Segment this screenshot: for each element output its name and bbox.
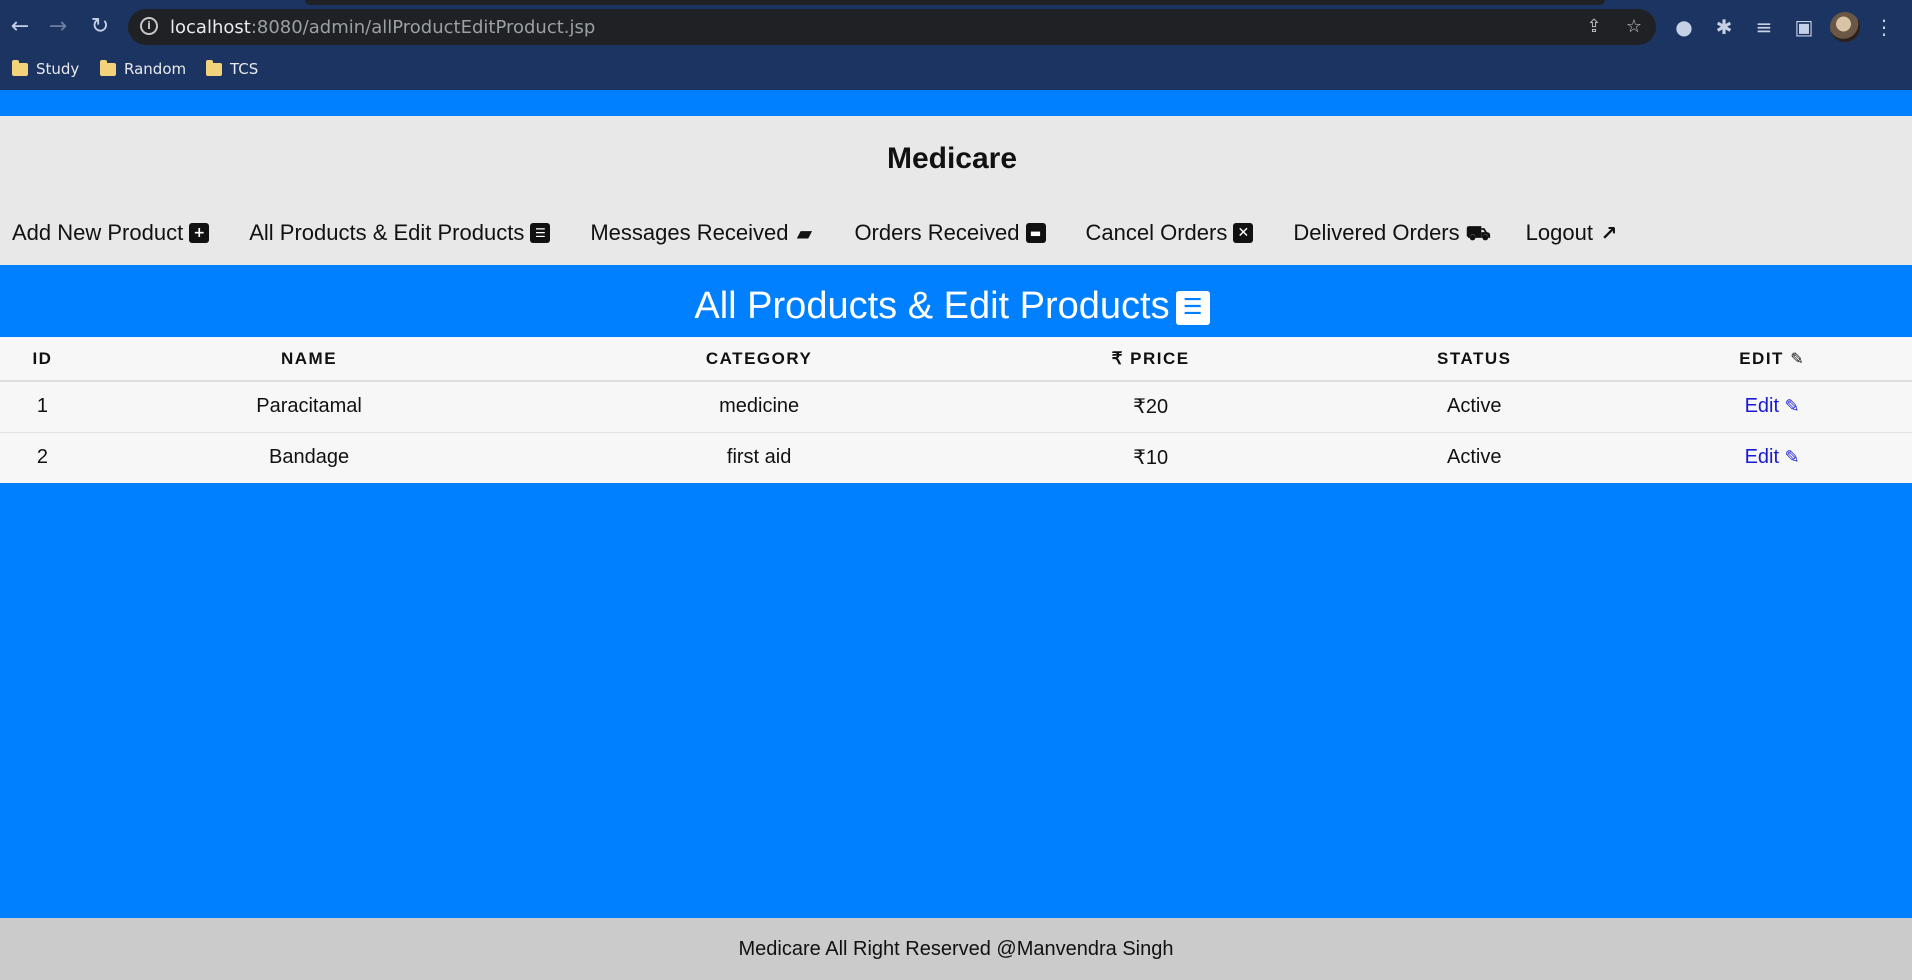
nav-label: Orders Received <box>854 220 1020 245</box>
cell-status: Active <box>1447 446 1502 469</box>
nav-label: All Products & Edit Products <box>249 220 525 245</box>
nav-all-products[interactable]: All Products & Edit Products ☰ <box>249 220 551 246</box>
comment-icon: ▰ <box>796 221 813 245</box>
page: Medicare Add New Product + All Products … <box>0 90 1912 980</box>
col-status: STATUS <box>1316 337 1633 382</box>
col-id: ID <box>0 337 85 382</box>
dolly-icon: ⛟ <box>1465 221 1491 245</box>
col-name: NAME <box>84 337 534 382</box>
table-header-row: ID NAME CATEGORY ₹ PRICE STATUS EDIT ✎ <box>0 337 1912 382</box>
cell-status: Active <box>1316 381 1633 433</box>
nav-messages-received[interactable]: Messages Received ▰ <box>590 220 814 246</box>
profile-avatar[interactable] <box>1830 12 1860 42</box>
cell-price: ₹20 <box>985 381 1317 433</box>
address-bar[interactable]: i localhost:8080/admin/allProductEditPro… <box>128 9 1656 45</box>
products-table-wrap: ID NAME CATEGORY ₹ PRICE STATUS EDIT ✎ 1… <box>0 337 1912 483</box>
list-icon: ☰ <box>1175 290 1210 325</box>
cell-price: ₹10 <box>1133 447 1169 470</box>
back-icon[interactable]: ← <box>6 13 34 41</box>
products-table: ID NAME CATEGORY ₹ PRICE STATUS EDIT ✎ 1… <box>0 337 1912 483</box>
browser-chrome: ← → ↻ i localhost:8080/admin/allProductE… <box>0 0 1912 90</box>
url-path: :8080/admin/allProductEditProduct.jsp <box>250 17 596 38</box>
forward-icon[interactable]: → <box>44 13 72 41</box>
table-row: 2 Bandage first aid ₹10 Active Edit ✎ <box>0 432 1912 483</box>
edit-product-link[interactable]: Edit ✎ <box>1745 446 1800 468</box>
pencil-icon: ✎ <box>1784 447 1800 469</box>
cell-id: 1 <box>0 381 85 433</box>
cell-category: first aid <box>726 446 792 469</box>
col-price: ₹ PRICE <box>985 337 1317 382</box>
bookmark-label: Random <box>124 60 187 78</box>
cell-category: medicine <box>533 381 986 433</box>
bookmark-tcs[interactable]: TCS <box>206 58 258 80</box>
cell-name: Bandage <box>269 446 350 469</box>
menu-kebab-icon[interactable]: ⋮ <box>1870 13 1898 41</box>
close-square-icon: ✕ <box>1233 223 1254 243</box>
site-header: Medicare Add New Product + All Products … <box>0 116 1912 265</box>
url-text[interactable]: localhost:8080/admin/allProductEditProdu… <box>170 17 595 38</box>
cell-edit: Edit ✎ <box>1632 381 1912 433</box>
cell-edit: Edit ✎ <box>1632 432 1912 483</box>
nav-label: Delivered Orders <box>1293 220 1460 245</box>
pencil-icon: ✎ <box>1784 396 1800 418</box>
edit-label: Edit <box>1744 446 1780 469</box>
nav-delivered-orders[interactable]: Delivered Orders ⛟ <box>1293 220 1491 246</box>
folder-icon <box>12 59 28 76</box>
puzzle-icon[interactable]: ✱ <box>1710 13 1738 41</box>
site-footer: Medicare All Right Reserved @Manvendra S… <box>0 918 1912 980</box>
cell-name: Paracitamal <box>84 381 534 433</box>
nav-add-new-product[interactable]: Add New Product + <box>12 220 210 246</box>
media-icon[interactable]: ≡ <box>1750 13 1778 41</box>
page-title-text: All Products & Edit Products <box>694 285 1170 327</box>
side-panel-icon[interactable]: ▣ <box>1790 13 1818 41</box>
bookmark-label: Study <box>36 60 80 78</box>
bookmark-star-icon[interactable]: ☆ <box>1622 15 1646 39</box>
extension-icon[interactable]: ● <box>1670 13 1698 41</box>
share-icon: ↗ <box>1600 221 1618 245</box>
plus-square-icon: + <box>189 223 210 243</box>
archive-icon: ▬ <box>1025 223 1046 243</box>
folder-icon <box>206 59 222 76</box>
nav-label: Logout <box>1525 220 1593 245</box>
bookmark-study[interactable]: Study <box>12 58 79 80</box>
nav-logout[interactable]: Logout ↗ <box>1526 220 1619 246</box>
nav-orders-received[interactable]: Orders Received ▬ <box>854 220 1046 246</box>
site-info-icon[interactable]: i <box>140 17 158 35</box>
bookmark-label: TCS <box>230 60 259 78</box>
page-title: All Products & Edit Products ☰ <box>0 285 1904 328</box>
top-strip <box>0 90 1912 116</box>
footer-text: Medicare All Right Reserved @Manvendra S… <box>738 938 1174 960</box>
tab-strip-edge <box>305 0 1605 5</box>
nav-label: Cancel Orders <box>1085 220 1228 245</box>
list-icon: ☰ <box>530 223 551 243</box>
cell-id: 2 <box>36 446 48 469</box>
bookmark-random[interactable]: Random <box>100 58 186 80</box>
edit-label: Edit <box>1744 395 1780 418</box>
pencil-icon: ✎ <box>1790 348 1806 368</box>
reload-icon[interactable]: ↻ <box>86 13 114 41</box>
admin-nav: Add New Product + All Products & Edit Pr… <box>12 220 1619 246</box>
nav-label: Add New Product <box>12 220 184 245</box>
col-edit-label: EDIT <box>1739 348 1784 368</box>
col-edit: EDIT ✎ <box>1632 337 1912 382</box>
edit-product-link[interactable]: Edit ✎ <box>1745 395 1800 417</box>
nav-cancel-orders[interactable]: Cancel Orders ✕ <box>1086 220 1254 246</box>
brand-title: Medicare <box>886 142 1018 175</box>
share-page-icon[interactable]: ⇪ <box>1582 15 1606 39</box>
table-row: 1 Paracitamal medicine ₹20 Active Edit ✎ <box>0 381 1912 433</box>
nav-label: Messages Received <box>590 220 789 245</box>
col-category: CATEGORY <box>533 337 986 382</box>
url-host: localhost <box>170 17 251 38</box>
folder-icon <box>100 59 116 76</box>
